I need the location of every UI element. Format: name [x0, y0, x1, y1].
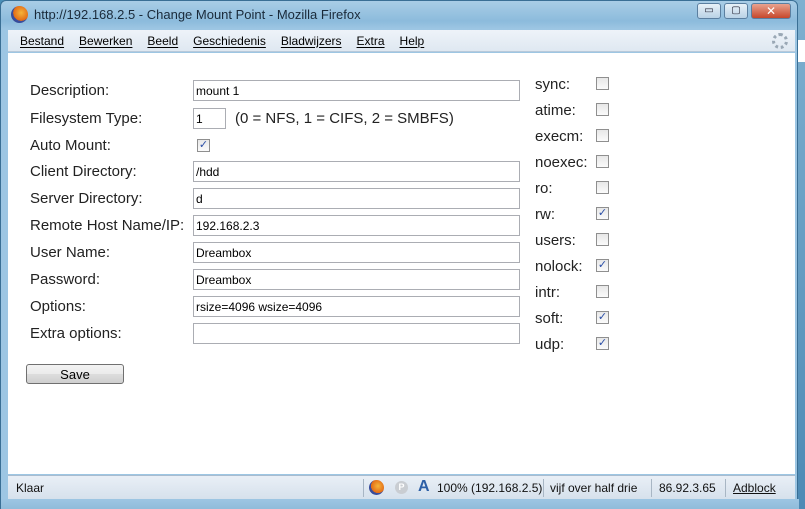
window-title: http://192.168.2.5 - Change Mount Point …	[34, 7, 361, 22]
menu-beeld[interactable]: Beeld	[147, 34, 178, 48]
option-ro-checkbox[interactable]	[596, 181, 609, 194]
client-directory-label: Client Directory:	[30, 163, 137, 180]
menu-help[interactable]: Help	[400, 34, 425, 48]
remote-host-label: Remote Host Name/IP:	[30, 217, 185, 234]
description-input[interactable]	[193, 80, 520, 101]
menu-bestand[interactable]: Bestand	[20, 34, 64, 48]
client-directory-input[interactable]	[193, 161, 520, 182]
server-directory-input[interactable]	[193, 188, 520, 209]
option-intr-label: intr:	[535, 284, 561, 301]
option-intr-checkbox[interactable]	[596, 285, 609, 298]
status-text: Klaar	[16, 481, 45, 495]
menu-extra[interactable]: Extra	[357, 34, 385, 48]
option-atime-label: atime:	[535, 102, 576, 119]
option-execm-checkbox[interactable]	[596, 129, 609, 142]
addon-p-icon[interactable]: P	[395, 481, 408, 494]
option-sync-checkbox[interactable]	[596, 77, 609, 90]
options-input[interactable]	[193, 296, 520, 317]
password-input[interactable]	[193, 269, 520, 290]
option-rw-label: rw:	[535, 206, 555, 223]
server-directory-label: Server Directory:	[30, 190, 143, 207]
menu-bewerken[interactable]: Bewerken	[79, 34, 132, 48]
automount-label: Auto Mount:	[30, 137, 111, 154]
clock-text: vijf over half drie	[550, 481, 638, 495]
throbber-icon	[772, 33, 788, 49]
description-label: Description:	[30, 82, 110, 99]
firefox-status-icon[interactable]	[369, 480, 384, 495]
window-controls: ▭ ▢ ✕	[694, 3, 791, 19]
status-separator	[543, 479, 544, 497]
browser-window: http://192.168.2.5 - Change Mount Point …	[0, 0, 799, 509]
remote-host-input[interactable]	[193, 215, 520, 236]
username-label: User Name:	[30, 244, 111, 261]
username-input[interactable]	[193, 242, 520, 263]
option-ro-label: ro:	[535, 180, 553, 197]
font-a-icon[interactable]: A	[418, 478, 430, 496]
menu-bladwijzers[interactable]: Bladwijzers	[281, 34, 342, 48]
status-separator	[725, 479, 726, 497]
fstype-input[interactable]	[193, 108, 226, 129]
option-noexec-checkbox[interactable]	[596, 155, 609, 168]
option-users-label: users:	[535, 232, 576, 249]
option-noexec-label: noexec:	[535, 154, 588, 171]
title-bar[interactable]: http://192.168.2.5 - Change Mount Point …	[1, 1, 797, 29]
ip-address-text: 86.92.3.65	[659, 481, 716, 495]
page-content: Description: Filesystem Type: (0 = NFS, …	[8, 53, 795, 474]
window-bottom-border	[1, 499, 799, 509]
save-button[interactable]: Save	[26, 364, 124, 384]
option-nolock-checkbox[interactable]: ✓	[596, 259, 609, 272]
fstype-hint: (0 = NFS, 1 = CIFS, 2 = SMBFS)	[235, 110, 454, 127]
close-button[interactable]: ✕	[751, 3, 791, 19]
password-label: Password:	[30, 271, 101, 288]
zoom-indicator[interactable]: 100% (192.168.2.5)	[437, 481, 542, 495]
option-execm-label: execm:	[535, 128, 584, 145]
automount-checkbox[interactable]: ✓	[197, 139, 210, 152]
fstype-label: Filesystem Type:	[30, 110, 143, 127]
option-sync-label: sync:	[535, 76, 571, 93]
option-soft-checkbox[interactable]: ✓	[596, 311, 609, 324]
extra-options-label: Extra options:	[30, 325, 122, 342]
option-users-checkbox[interactable]	[596, 233, 609, 246]
menu-bar: Bestand Bewerken Beeld Geschiedenis Blad…	[8, 30, 795, 52]
option-rw-checkbox[interactable]: ✓	[596, 207, 609, 220]
option-udp-label: udp:	[535, 336, 565, 353]
maximize-button[interactable]: ▢	[724, 3, 748, 19]
extra-options-input[interactable]	[193, 323, 520, 344]
adblock-link[interactable]: Adblock	[733, 481, 776, 495]
status-bar: Klaar P A 100% (192.168.2.5) vijf over h…	[8, 475, 795, 499]
option-nolock-label: nolock:	[535, 258, 583, 275]
menu-geschiedenis[interactable]: Geschiedenis	[193, 34, 266, 48]
option-udp-checkbox[interactable]: ✓	[596, 337, 609, 350]
status-separator	[363, 479, 364, 497]
option-atime-checkbox[interactable]	[596, 103, 609, 116]
firefox-icon	[11, 6, 28, 23]
status-separator	[651, 479, 652, 497]
minimize-button[interactable]: ▭	[697, 3, 721, 19]
option-soft-label: soft:	[535, 310, 564, 327]
options-label: Options:	[30, 298, 86, 315]
